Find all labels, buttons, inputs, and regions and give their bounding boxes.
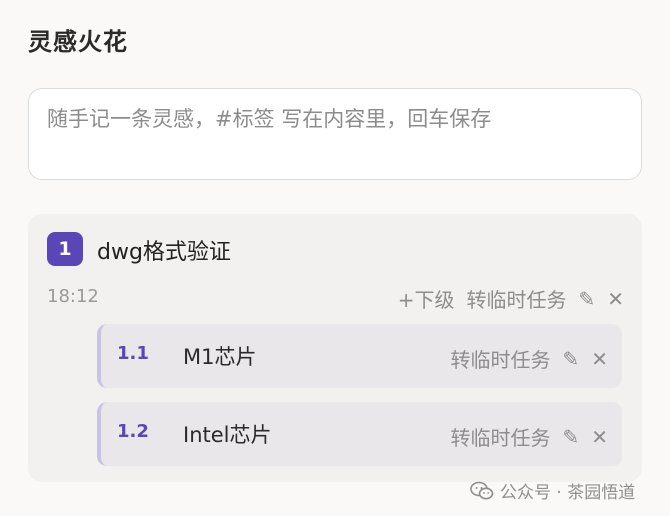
edit-icon[interactable]: ✎ (562, 427, 579, 447)
close-icon[interactable]: ✕ (591, 349, 608, 369)
watermark: 公众号 · 茶园悟道 (470, 478, 635, 503)
page-title: 灵感火花 (28, 28, 128, 56)
idea-input-box[interactable] (28, 88, 642, 180)
sub-item-title[interactable]: M1芯片 (183, 341, 256, 371)
sub-item: 1.2 Intel芯片 转临时任务 ✎ ✕ (97, 402, 622, 466)
sub-item-title[interactable]: Intel芯片 (183, 419, 272, 449)
idea-actions: +下级 转临时任务 ✎ ✕ (398, 284, 624, 313)
edit-icon[interactable]: ✎ (578, 289, 595, 309)
watermark-text: 公众号 · 茶园悟道 (500, 483, 636, 503)
edit-icon[interactable]: ✎ (562, 349, 579, 369)
add-sub-button[interactable]: +下级 (398, 284, 455, 313)
sub-item: 1.1 M1芯片 转临时任务 ✎ ✕ (97, 324, 622, 388)
close-icon[interactable]: ✕ (591, 427, 608, 447)
sub-item-actions: 转临时任务 ✎ ✕ (450, 422, 608, 451)
sub-item-number: 1.2 (117, 421, 149, 442)
convert-to-task-button[interactable]: 转临时任务 (450, 422, 550, 451)
idea-title[interactable]: dwg格式验证 (97, 234, 231, 266)
idea-input[interactable] (29, 89, 641, 179)
idea-card: 1 dwg格式验证 18:12 +下级 转临时任务 ✎ ✕ 1.1 M1芯片 转… (28, 214, 642, 482)
convert-to-task-button[interactable]: 转临时任务 (466, 284, 566, 313)
wechat-icon (470, 481, 494, 499)
idea-time: 18:12 (47, 286, 99, 307)
convert-to-task-button[interactable]: 转临时任务 (450, 344, 550, 373)
sub-item-number: 1.1 (117, 343, 149, 364)
idea-number-badge: 1 (47, 232, 83, 266)
sub-item-actions: 转临时任务 ✎ ✕ (450, 344, 608, 373)
close-icon[interactable]: ✕ (607, 289, 624, 309)
